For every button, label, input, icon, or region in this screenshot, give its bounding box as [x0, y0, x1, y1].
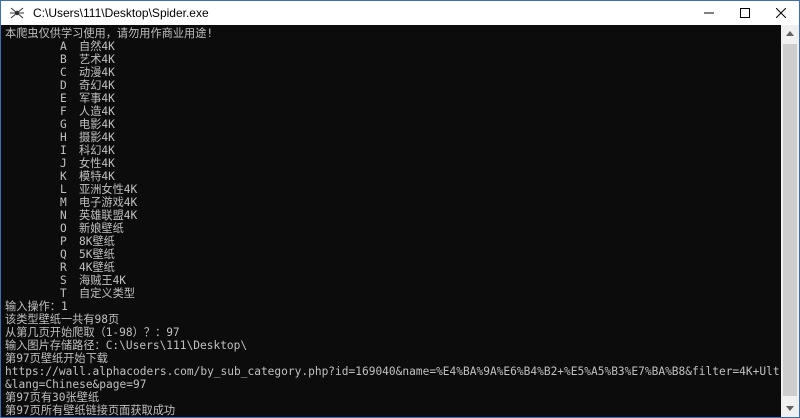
menu-item-letter: K	[60, 170, 67, 183]
spider-app-icon[interactable]	[9, 5, 25, 21]
menu-item-letter: B	[60, 53, 67, 66]
menu-item: I 科幻4K	[1, 144, 301, 157]
menu-item-label: 人造4K	[79, 105, 115, 118]
menu-item: T 自定义类型	[1, 287, 301, 300]
menu-item-letter: I	[60, 144, 67, 157]
scroll-down-arrow-icon[interactable]	[781, 400, 799, 417]
operation-input-line: 输入操作：1	[5, 300, 68, 313]
minimize-icon	[704, 12, 714, 14]
menu-item: F 人造4K	[1, 105, 301, 118]
menu-item-letter: J	[60, 157, 67, 170]
menu-item-letter: O	[60, 222, 67, 235]
menu-item: N 英雄联盟4K	[1, 209, 301, 222]
menu-item: K 模特4K	[1, 170, 301, 183]
console-window: C:\Users\111\Desktop\Spider.exe 本爬虫仅供学习使…	[0, 0, 800, 418]
download-start-line: 第97页壁纸开始下载	[5, 352, 108, 365]
menu-item-label: 亚洲女性4K	[79, 183, 138, 196]
window-title: C:\Users\111\Desktop\Spider.exe	[33, 6, 209, 20]
menu-item-label: 海贼王4K	[79, 274, 127, 287]
menu-item-letter: H	[60, 131, 67, 144]
menu-item: C 动漫4K	[1, 66, 301, 79]
menu-item-label: 自定义类型	[79, 287, 135, 300]
menu-item-letter: T	[60, 287, 67, 300]
menu-item: B 艺术4K	[1, 53, 301, 66]
minimize-button[interactable]	[691, 1, 727, 25]
menu-item-label: 8K壁纸	[79, 235, 115, 248]
close-icon	[776, 8, 786, 18]
links-success-line: 第97页所有壁纸链接页面获取成功	[5, 404, 176, 417]
page-count-line: 该类型壁纸一共有98页	[5, 313, 120, 326]
url-line: https://wall.alphacoders.com/by_sub_cate…	[5, 365, 781, 378]
menu-item-letter: R	[60, 261, 67, 274]
scroll-thumb[interactable]	[783, 44, 797, 396]
menu-item-label: 电子游戏4K	[79, 196, 138, 209]
menu-item-letter: M	[60, 196, 67, 209]
menu-item-letter: P	[60, 235, 67, 248]
menu-item: A 自然4K	[1, 40, 301, 53]
menu-item-letter: E	[60, 92, 67, 105]
menu-item-label: 4K壁纸	[79, 261, 115, 274]
menu-item: M 电子游戏4K	[1, 196, 301, 209]
menu-item-label: 英雄联盟4K	[79, 209, 138, 222]
menu-item: Q 5K壁纸	[1, 248, 301, 261]
url-continuation-line: &lang=Chinese&page=97	[5, 378, 147, 391]
menu-item-letter: Q	[60, 248, 67, 261]
wallpaper-count-line: 第97页有30张壁纸	[5, 391, 100, 404]
window-controls	[691, 1, 799, 25]
close-button[interactable]	[763, 1, 799, 25]
menu-item-letter: G	[60, 118, 67, 131]
save-path-line: 输入图片存储路径：C:\Users\111\Desktop\	[5, 339, 248, 352]
menu-item: L 亚洲女性4K	[1, 183, 301, 196]
vertical-scrollbar[interactable]	[781, 25, 799, 417]
menu-item: H 摄影4K	[1, 131, 301, 144]
menu-item-letter: D	[60, 79, 67, 92]
menu-item-label: 电影4K	[79, 118, 115, 131]
menu-item: R 4K壁纸	[1, 261, 301, 274]
title-bar[interactable]: C:\Users\111\Desktop\Spider.exe	[1, 1, 799, 25]
start-page-prompt-line: 从第几页开始爬取（1-98）？：97	[5, 326, 180, 339]
menu-item: S 海贼王4K	[1, 274, 301, 287]
menu-item: E 军事4K	[1, 92, 301, 105]
menu-item-label: 摄影4K	[79, 131, 115, 144]
menu-item-label: 自然4K	[79, 40, 115, 53]
menu-item: O 新娘壁纸	[1, 222, 301, 235]
menu-item-label: 模特4K	[79, 170, 115, 183]
menu-item: J 女性4K	[1, 157, 301, 170]
menu-item-letter: L	[60, 183, 67, 196]
menu-item-letter: S	[60, 274, 67, 287]
menu-item-label: 新娘壁纸	[79, 222, 124, 235]
menu-item-label: 军事4K	[79, 92, 115, 105]
menu-item-letter: C	[60, 66, 67, 79]
maximize-icon	[740, 8, 750, 18]
menu-item-letter: A	[60, 40, 67, 53]
menu-item-label: 奇幻4K	[79, 79, 115, 92]
maximize-button[interactable]	[727, 1, 763, 25]
menu-item-label: 动漫4K	[79, 66, 115, 79]
menu-item-label: 科幻4K	[79, 144, 115, 157]
menu-item: D 奇幻4K	[1, 79, 301, 92]
menu-item-label: 5K壁纸	[79, 248, 115, 261]
notice-line: 本爬虫仅供学习使用，请勿用作商业用途!	[5, 27, 214, 40]
menu-item-label: 艺术4K	[79, 53, 115, 66]
menu-item: P 8K壁纸	[1, 235, 301, 248]
console-output[interactable]: 本爬虫仅供学习使用，请勿用作商业用途! A 自然4K B 艺术4K C 动漫4K…	[1, 25, 781, 417]
scroll-up-arrow-icon[interactable]	[781, 25, 799, 42]
menu-item-label: 女性4K	[79, 157, 115, 170]
menu-item-letter: F	[60, 105, 67, 118]
menu-item: G 电影4K	[1, 118, 301, 131]
menu-item-letter: N	[60, 209, 67, 222]
